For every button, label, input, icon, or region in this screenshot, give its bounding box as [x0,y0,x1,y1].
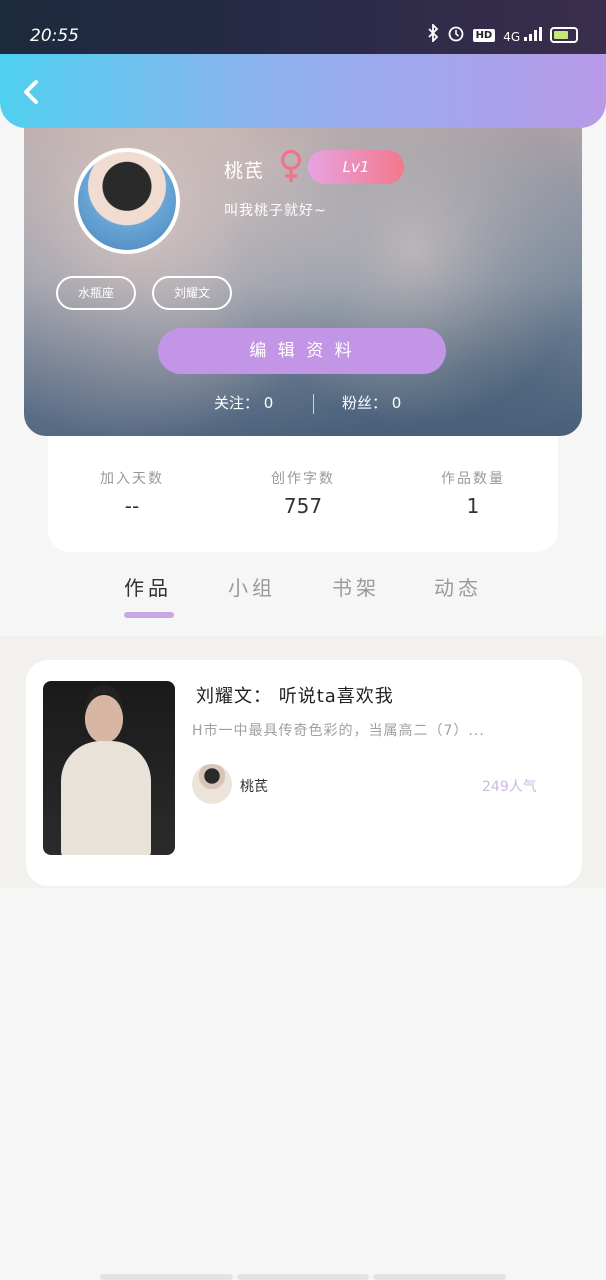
cover-figure-body [61,741,151,855]
status-bar: 20:55 HD 4G [0,0,606,56]
fans-stat[interactable]: 粉丝： 0 [342,392,401,413]
follow-stats: 关注： 0 粉丝： 0 [24,392,582,418]
tab-activity[interactable]: 动态 [434,572,482,601]
level-badge: Lv1 [308,150,404,184]
avatar[interactable] [74,148,180,254]
stat-value: -- [124,494,140,518]
work-excerpt: H市一中最具传奇色彩的，当属高二（7）... [192,723,485,739]
stats-card: 加入天数 -- 创作字数 757 作品数量 1 [48,436,558,552]
network-type: 4G [503,29,521,44]
tab-bookshelf[interactable]: 书架 [332,572,380,601]
signal-icon: 4G [503,26,542,44]
author-name: 桃芪 [240,779,268,795]
battery-icon [550,27,578,43]
following-stat[interactable]: 关注： 0 [214,392,273,413]
tab-groups[interactable]: 小组 [228,572,276,601]
active-tab-indicator [124,612,174,618]
home-indicator-segment [373,1274,507,1280]
stat-label: 作品数量 [441,471,505,487]
stat-word-count: 创作字数 757 [233,468,373,518]
tab-works[interactable]: 作品 [124,572,172,601]
top-header [0,54,606,128]
nickname: 桃芪 [224,160,265,182]
home-indicator-segment [100,1274,233,1280]
tag-idol[interactable]: 刘耀文 [152,276,232,310]
bio-text: 叫我桃子就好~ [224,203,327,219]
following-label: 关注： [214,394,260,412]
stat-label: 加入天数 [100,471,164,487]
work-cover-image [43,681,175,855]
work-title: 刘耀文： 听说ta喜欢我 [196,686,394,707]
following-count: 0 [263,394,274,412]
status-time: 20:55 [30,26,79,46]
home-indicator [100,1274,507,1280]
stat-value: 757 [283,494,323,518]
stat-value: 1 [466,494,480,518]
status-icons: HD 4G [427,22,578,46]
back-icon[interactable] [18,74,46,110]
alarm-icon [447,24,465,46]
author-avatar [192,764,232,804]
follow-divider [313,394,314,414]
stat-works-count: 作品数量 1 [403,468,543,518]
female-icon [278,148,304,184]
work-popularity: 249人气 [482,779,537,795]
edit-profile-button[interactable]: 编 辑 资 料 [158,328,446,374]
stat-join-days: 加入天数 -- [62,468,202,518]
stat-label: 创作字数 [271,471,335,487]
profile-tabs: 作品 小组 书架 动态 [0,568,606,624]
bluetooth-icon [427,22,439,46]
home-indicator-segment [236,1274,370,1280]
profile-card: 桃芪 Lv1 叫我桃子就好~ 水瓶座 刘耀文 编 辑 资 料 关注： 0 粉丝：… [24,100,582,436]
work-card[interactable]: 刘耀文： 听说ta喜欢我 H市一中最具传奇色彩的，当属高二（7）... 桃芪 2… [26,660,582,886]
tag-zodiac[interactable]: 水瓶座 [56,276,136,310]
fans-count: 0 [391,394,402,412]
hd-badge: HD [472,28,496,42]
fans-label: 粉丝： [342,394,388,412]
cover-figure-head [85,695,123,743]
